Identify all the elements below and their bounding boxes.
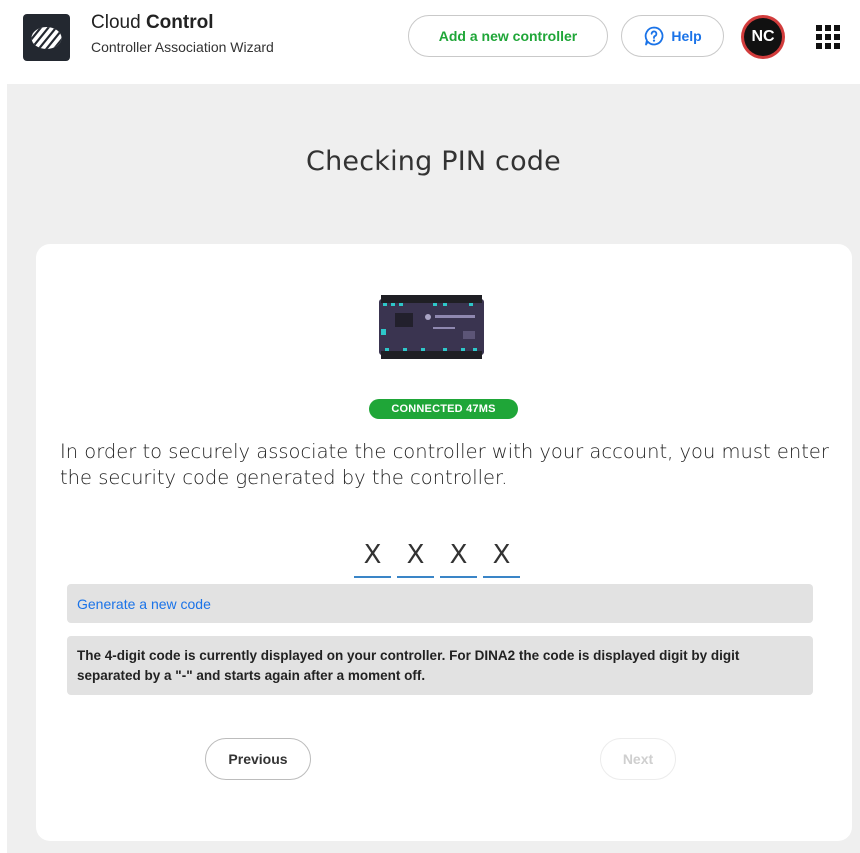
generate-code-box: Generate a new code — [67, 584, 813, 623]
generate-new-code-link[interactable]: Generate a new code — [77, 596, 211, 612]
wizard-main: Checking PIN code CONNECTED 47MS In orde… — [7, 84, 860, 853]
pin-digit-3[interactable] — [440, 534, 477, 578]
app-title-prefix: Cloud — [91, 12, 141, 33]
app-title: Cloud Control — [91, 12, 213, 34]
pin-digit-2[interactable] — [397, 534, 434, 578]
help-button-label: Help — [671, 28, 702, 44]
pin-info-box: The 4-digit code is currently displayed … — [67, 636, 813, 695]
app-title-bold: Control — [145, 12, 214, 33]
pin-code-input-group — [354, 534, 524, 578]
pin-digit-4[interactable] — [483, 534, 520, 578]
add-controller-button[interactable]: Add a new controller — [408, 15, 608, 57]
pin-digit-1[interactable] — [354, 534, 391, 578]
app-subtitle: Controller Association Wizard — [91, 39, 274, 55]
avatar-initials: NC — [744, 18, 782, 56]
app-header: Cloud Control Controller Association Wiz… — [0, 0, 860, 78]
pin-instructions: In order to securely associate the contr… — [60, 440, 829, 489]
help-button[interactable]: Help — [621, 15, 724, 57]
previous-button[interactable]: Previous — [205, 738, 311, 780]
cloud-logo-icon[interactable] — [23, 14, 70, 61]
controller-device-image — [379, 295, 484, 359]
connection-status-badge: CONNECTED 47MS — [369, 399, 518, 419]
page-title: Checking PIN code — [306, 146, 561, 177]
next-button[interactable]: Next — [600, 738, 676, 780]
wizard-card: CONNECTED 47MS In order to securely asso… — [36, 244, 852, 841]
help-question-icon — [645, 26, 664, 46]
user-avatar[interactable]: NC — [741, 15, 785, 59]
apps-grid-icon[interactable] — [816, 25, 840, 49]
